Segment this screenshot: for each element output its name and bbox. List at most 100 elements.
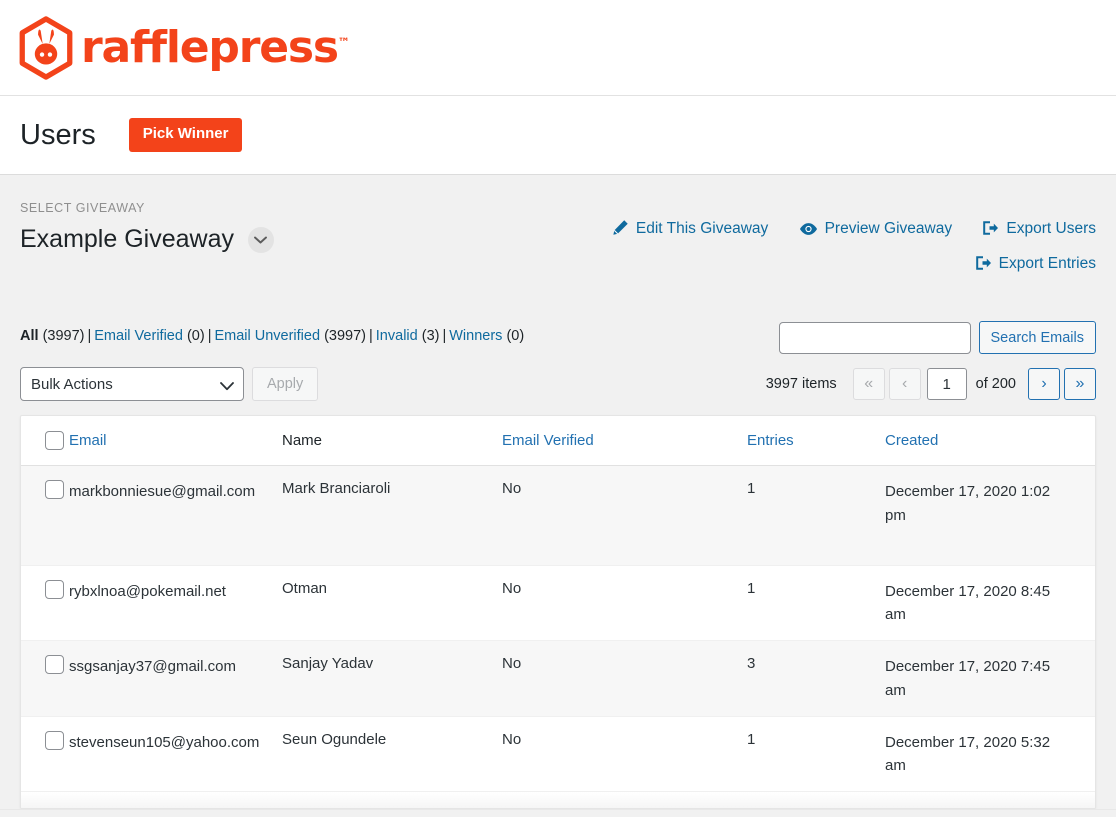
next-page-button[interactable]: ›	[1028, 368, 1060, 400]
search-emails-button[interactable]: Search Emails	[979, 321, 1096, 354]
users-table-container: Email Name Email Verified Entries Create…	[20, 415, 1096, 809]
search-area: Search Emails	[779, 321, 1096, 354]
select-all-header	[21, 416, 69, 466]
edit-this-giveaway-link[interactable]: Edit This Giveaway	[612, 220, 773, 237]
giveaway-selector: SELECT GIVEAWAY Example Giveaway	[20, 201, 274, 254]
table-head: Email Name Email Verified Entries Create…	[21, 416, 1095, 466]
horizontal-scrollbar[interactable]	[0, 809, 1116, 817]
filter-search-row: All (3997)|Email Verified (0)|Email Unve…	[20, 321, 1096, 354]
table-navigation: Bulk Actions Apply 3997 items « ‹ of 200…	[20, 367, 1096, 401]
column-header-email[interactable]: Email	[69, 416, 282, 466]
column-header-name: Name	[282, 416, 502, 466]
cell-entries: 1	[747, 466, 885, 566]
cell-entries: 1	[747, 565, 885, 641]
row-checkbox[interactable]	[45, 731, 64, 750]
users-table: Email Name Email Verified Entries Create…	[21, 416, 1095, 792]
first-page-button[interactable]: «	[853, 368, 885, 400]
export-users-link[interactable]: Export Users	[982, 220, 1096, 237]
column-header-entries[interactable]: Entries	[747, 416, 885, 466]
export-arrow-icon	[975, 251, 992, 283]
column-header-email-verified[interactable]: Email Verified	[502, 416, 747, 466]
table-row[interactable]: stevenseun105@yahoo.com Seun Ogundele No…	[21, 716, 1095, 792]
table-body: markbonniesue@gmail.com Mark Branciaroli…	[21, 466, 1095, 792]
row-select-cell	[21, 641, 69, 717]
row-checkbox[interactable]	[45, 580, 64, 599]
filter-all[interactable]: All	[20, 328, 39, 344]
column-header-created[interactable]: Created	[885, 416, 1095, 466]
filter-email-unverified[interactable]: Email Unverified	[214, 328, 320, 344]
cell-email: ssgsanjay37@gmail.com	[69, 641, 282, 717]
brand-name: rafflepress	[81, 22, 338, 73]
cell-created: December 17, 2020 7:45 am	[885, 641, 1095, 717]
pagination: 3997 items « ‹ of 200 › »	[766, 368, 1096, 400]
row-checkbox[interactable]	[45, 480, 64, 499]
bulk-actions-select[interactable]: Bulk Actions	[20, 367, 244, 401]
bulk-actions-area: Bulk Actions Apply	[20, 367, 318, 401]
page-header: Users Pick Winner	[0, 96, 1116, 175]
export-entries-link[interactable]: Export Entries	[975, 255, 1096, 272]
export-entries-label: Export Entries	[999, 255, 1096, 272]
page-title: Users	[20, 119, 96, 152]
filter-all-count: (3997)	[43, 328, 85, 344]
filter-email-verified-count: (0)	[187, 328, 205, 344]
export-users-label: Export Users	[1006, 220, 1096, 237]
filter-invalid[interactable]: Invalid	[376, 328, 418, 344]
search-input[interactable]	[779, 322, 971, 354]
select-all-checkbox[interactable]	[45, 431, 64, 450]
prev-page-button[interactable]: ‹	[889, 368, 921, 400]
rabbit-hexagon-logo-icon	[13, 15, 79, 81]
brand-bar: rafflepress™	[0, 0, 1116, 96]
last-page-button[interactable]: »	[1064, 368, 1096, 400]
pencil-icon	[612, 216, 629, 248]
row-select-cell	[21, 716, 69, 792]
cell-name: Mark Branciaroli	[282, 466, 502, 566]
table-bottom-fade	[21, 792, 1095, 808]
row-checkbox[interactable]	[45, 655, 64, 674]
filter-winners[interactable]: Winners	[449, 328, 502, 344]
cell-name: Seun Ogundele	[282, 716, 502, 792]
cell-name: Sanjay Yadav	[282, 641, 502, 717]
items-count: 3997 items	[766, 376, 837, 392]
table-row[interactable]: rybxlnoa@pokemail.net Otman No 1 Decembe…	[21, 565, 1095, 641]
cell-email: stevenseun105@yahoo.com	[69, 716, 282, 792]
cell-email: rybxlnoa@pokemail.net	[69, 565, 282, 641]
cell-email: markbonniesue@gmail.com	[69, 466, 282, 566]
cell-entries: 3	[747, 641, 885, 717]
rafflepress-logo[interactable]: rafflepress™	[13, 15, 350, 81]
filter-invalid-count: (3)	[422, 328, 440, 344]
filter-email-verified[interactable]: Email Verified	[94, 328, 183, 344]
chevron-down-icon[interactable]	[248, 227, 274, 253]
status-filter-list: All (3997)|Email Verified (0)|Email Unve…	[20, 321, 524, 344]
table-row[interactable]: markbonniesue@gmail.com Mark Branciaroli…	[21, 466, 1095, 566]
table-row[interactable]: ssgsanjay37@gmail.com Sanjay Yadav No 3 …	[21, 641, 1095, 717]
cell-entries: 1	[747, 716, 885, 792]
bulk-actions-selected-label: Bulk Actions	[31, 376, 113, 393]
giveaway-action-links: Edit This Giveaway Preview Giveaway Expo…	[566, 201, 1096, 283]
brand-wordmark: rafflepress™	[81, 22, 350, 73]
export-arrow-icon	[982, 216, 999, 248]
row-select-cell	[21, 466, 69, 566]
table-header-row: Email Name Email Verified Entries Create…	[21, 416, 1095, 466]
giveaway-toolbar: SELECT GIVEAWAY Example Giveaway Edit Th…	[20, 175, 1096, 283]
preview-giveaway-link[interactable]: Preview Giveaway	[799, 220, 957, 237]
select-giveaway-label: SELECT GIVEAWAY	[20, 201, 274, 215]
cell-name: Otman	[282, 565, 502, 641]
apply-button[interactable]: Apply	[252, 367, 318, 401]
cell-created: December 17, 2020 5:32 am	[885, 716, 1095, 792]
total-pages-label: of 200	[976, 376, 1016, 392]
filter-winners-count: (0)	[506, 328, 524, 344]
row-select-cell	[21, 565, 69, 641]
cell-email-verified: No	[502, 565, 747, 641]
preview-giveaway-label: Preview Giveaway	[825, 220, 953, 237]
giveaway-name-row[interactable]: Example Giveaway	[20, 225, 274, 254]
current-page-input[interactable]	[927, 368, 967, 400]
chevron-down-icon	[220, 378, 234, 395]
cell-email-verified: No	[502, 716, 747, 792]
cell-created: December 17, 2020 1:02 pm	[885, 466, 1095, 566]
edit-this-giveaway-label: Edit This Giveaway	[636, 220, 768, 237]
trademark-symbol: ™	[338, 35, 350, 49]
cell-email-verified: No	[502, 466, 747, 566]
pick-winner-button[interactable]: Pick Winner	[129, 118, 243, 152]
giveaway-name: Example Giveaway	[20, 225, 234, 254]
cell-email-verified: No	[502, 641, 747, 717]
